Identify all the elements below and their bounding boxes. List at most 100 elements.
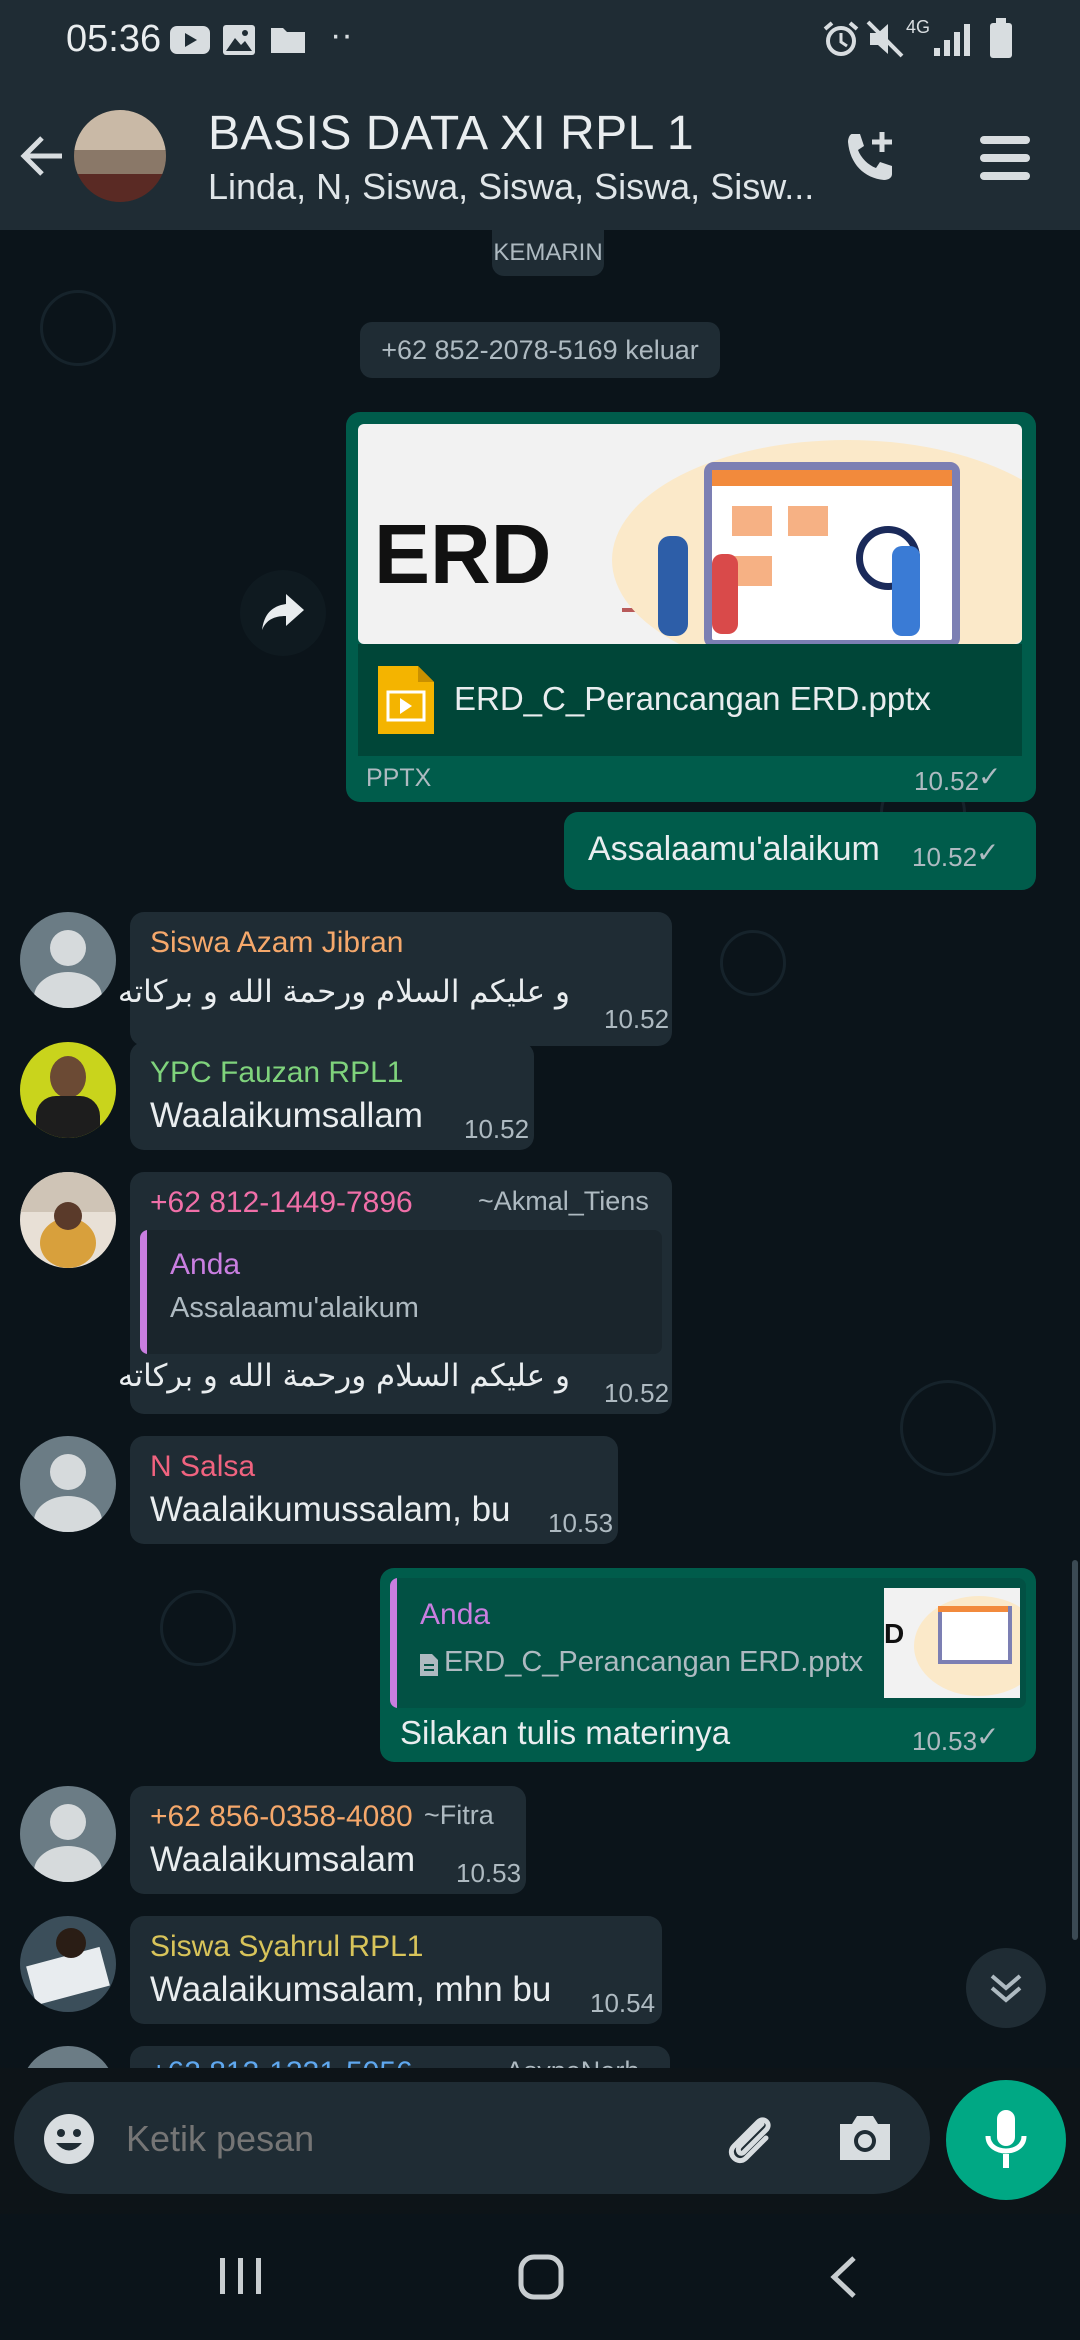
- mute-icon: [866, 20, 904, 58]
- system-message: +62 852-2078-5169 keluar: [360, 322, 720, 378]
- message-time: 10.53: [548, 1508, 614, 1538]
- outgoing-message[interactable]: Assalaamu'alaikum 10.52 ✓: [564, 812, 1036, 890]
- network-type: 4G: [906, 17, 931, 37]
- avatar[interactable]: [20, 1172, 116, 1268]
- message-text: Waalaikumsallam: [150, 1096, 423, 1135]
- quoted-message[interactable]: Anda ERD_C_Perancangan ERD.pptx D: [390, 1578, 1026, 1708]
- outgoing-message[interactable]: Anda ERD_C_Perancangan ERD.pptx D Silaka…: [380, 1568, 1036, 1762]
- incoming-message[interactable]: Siswa Syahrul RPL1 Waalaikumsalam, mhn b…: [130, 1916, 662, 2024]
- file-message-bubble[interactable]: ERD ERD_C_Perancangan ERD.pptx PPTX 10.5…: [346, 412, 1036, 802]
- date-chip: KEMARIN: [492, 230, 604, 276]
- avatar[interactable]: [20, 1786, 116, 1882]
- message-text: Waalaikumsalam, mhn bu: [150, 1970, 552, 2009]
- group-avatar[interactable]: [74, 110, 166, 202]
- message-time: 10.52: [604, 1378, 670, 1408]
- message-time: 10.52: [604, 1004, 670, 1034]
- sender-name[interactable]: +62 856-0358-4080: [150, 1800, 413, 1834]
- incoming-message[interactable]: +62 856-0358-4080 ~Fitra Waalaikumsalam …: [130, 1786, 526, 1894]
- file-preview-image[interactable]: ERD: [358, 424, 1022, 644]
- sender-name[interactable]: N Salsa: [150, 1450, 255, 1484]
- voice-message-button[interactable]: [946, 2080, 1066, 2200]
- sender-name[interactable]: YPC Fauzan RPL1: [150, 1056, 403, 1090]
- incoming-message[interactable]: YPC Fauzan RPL1 Waalaikumsallam 10.52: [130, 1042, 534, 1150]
- menu-icon[interactable]: [978, 130, 1034, 186]
- incoming-message[interactable]: +62 812-1449-7896 ~Akmal_Tiens Anda Assa…: [117, 1172, 672, 1414]
- back-arrow-icon[interactable]: [18, 132, 66, 180]
- file-name: ERD_C_Perancangan ERD.pptx: [454, 680, 931, 717]
- preview-person: [892, 546, 920, 636]
- sent-check-icon: ✓: [976, 1721, 1000, 1752]
- sender-name[interactable]: +62 813-1331-5056: [150, 2056, 413, 2068]
- forward-button[interactable]: [240, 570, 326, 656]
- avatar[interactable]: [20, 1436, 116, 1532]
- quote-text: ERD_C_Perancangan ERD.pptx: [444, 1646, 864, 1678]
- chat-header: BASIS DATA XI RPL 1 Linda, N, Siswa, Sis…: [0, 82, 1080, 230]
- message-input[interactable]: [124, 2104, 688, 2174]
- message-text: و عليكم السلام ورحمة الله و بركاته: [117, 974, 570, 1010]
- youtube-icon: [170, 26, 210, 54]
- more-notifications-icon: ··: [330, 16, 353, 54]
- sender-name[interactable]: +62 812-1449-7896: [150, 1186, 413, 1220]
- add-call-icon[interactable]: [842, 128, 900, 186]
- sent-check-icon: ✓: [978, 761, 1002, 792]
- microphone-icon: [985, 2110, 1027, 2168]
- document-icon: [420, 1654, 438, 1676]
- recent-apps-icon[interactable]: [218, 2256, 264, 2296]
- message-time: 10.52: [914, 766, 980, 796]
- message-time: 10.52: [912, 842, 978, 872]
- signal-icon: [934, 24, 970, 56]
- scroll-down-button[interactable]: [966, 1948, 1046, 2028]
- quoted-message[interactable]: Anda Assalaamu'alaikum: [140, 1230, 662, 1354]
- file-type: PPTX: [366, 764, 432, 792]
- status-time: 05:36: [66, 18, 162, 60]
- sent-check-icon: ✓: [976, 837, 1000, 868]
- message-text: Waalaikumsalam: [150, 1840, 416, 1879]
- quote-author: Anda: [420, 1598, 491, 1631]
- message-time: 10.54: [590, 1988, 656, 2018]
- quote-author: Anda: [170, 1248, 241, 1281]
- avatar[interactable]: [20, 1916, 116, 2012]
- scrollbar[interactable]: [1072, 1560, 1078, 1940]
- wallpaper-doodle: [40, 290, 116, 366]
- sender-name[interactable]: Siswa Syahrul RPL1: [150, 1930, 423, 1964]
- preview-title: ERD: [374, 507, 552, 601]
- wallpaper-doodle: [900, 1380, 996, 1476]
- gallery-icon: [223, 25, 255, 55]
- message-composer: [14, 2082, 930, 2194]
- message-text: Waalaikumussalam, bu: [150, 1490, 511, 1529]
- back-icon[interactable]: [828, 2254, 858, 2300]
- avatar[interactable]: [20, 1042, 116, 1138]
- message-time: 10.52: [464, 1114, 530, 1144]
- file-info-row[interactable]: ERD_C_Perancangan ERD.pptx: [358, 644, 1022, 756]
- group-title[interactable]: BASIS DATA XI RPL 1: [208, 106, 694, 161]
- quote-thumbnail: D: [884, 1588, 1020, 1698]
- pptx-file-icon: [378, 666, 434, 734]
- chat-area[interactable]: KEMARIN +62 852-2078-5169 keluar ERD ERD…: [0, 230, 1080, 2068]
- incoming-message[interactable]: Siswa Azam Jibran و عليكم السلام ورحمة ا…: [117, 912, 672, 1046]
- push-name: ~Akmal_Tiens: [478, 1186, 649, 1216]
- forward-icon: [262, 594, 304, 630]
- push-name: ~Fitra: [424, 1800, 494, 1830]
- message-time: 10.53: [912, 1726, 978, 1756]
- avatar[interactable]: [20, 912, 116, 1008]
- preview-monitor: [704, 462, 960, 644]
- incoming-message[interactable]: +62 813-1331-5056 ~AsyneNerh: [130, 2046, 670, 2068]
- home-icon[interactable]: [518, 2254, 564, 2300]
- battery-icon: [990, 18, 1012, 58]
- attach-icon[interactable]: [722, 2112, 778, 2168]
- status-bar: 05:36 ·· 4G: [0, 0, 1080, 82]
- quote-text: Assalaamu'alaikum: [170, 1292, 419, 1324]
- wallpaper-doodle: [160, 1590, 236, 1666]
- message-text: Silakan tulis materinya: [400, 1714, 731, 1751]
- folder-icon: [271, 28, 305, 53]
- message-text: و عليكم السلام ورحمة الله و بركاته: [117, 1358, 570, 1394]
- avatar[interactable]: [20, 2046, 116, 2068]
- incoming-message[interactable]: N Salsa Waalaikumussalam, bu 10.53: [130, 1436, 618, 1544]
- message-text: Assalaamu'alaikum: [588, 830, 880, 868]
- sender-name[interactable]: Siswa Azam Jibran: [150, 926, 403, 960]
- emoji-icon[interactable]: [42, 2112, 96, 2166]
- preview-person: [658, 536, 688, 636]
- push-name: ~AsyneNerh: [490, 2056, 639, 2068]
- group-members[interactable]: Linda, N, Siswa, Siswa, Siswa, Sisw...: [208, 166, 814, 208]
- camera-icon[interactable]: [836, 2112, 894, 2164]
